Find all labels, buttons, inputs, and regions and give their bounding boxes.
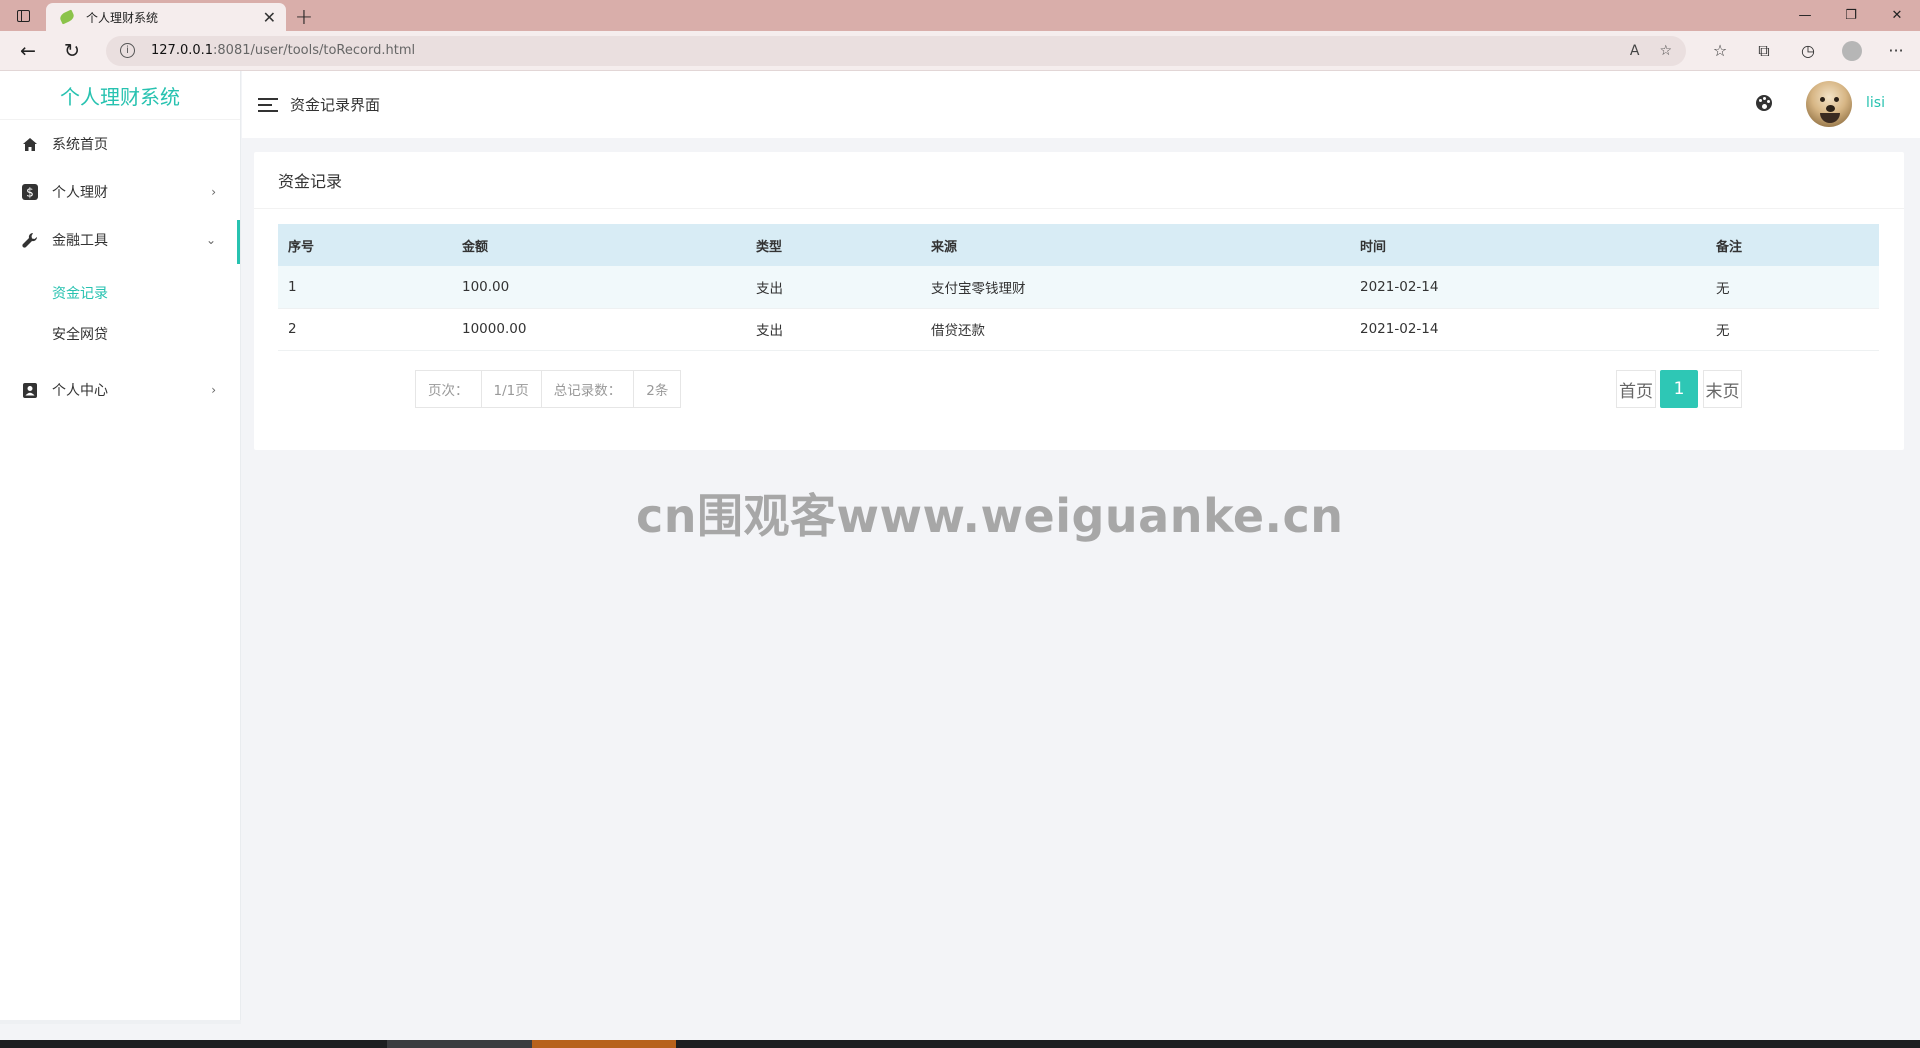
os-taskbar xyxy=(0,1040,1920,1048)
sidebar-footer-divider xyxy=(0,1020,241,1024)
sidebar-item-label: 金融工具 xyxy=(52,233,108,249)
table-cell: 借贷还款 xyxy=(921,308,1350,351)
column-header: 序号 xyxy=(278,224,452,266)
sidebar-item-label: 个人中心 xyxy=(52,383,108,399)
tab-close-icon[interactable]: ✕ xyxy=(263,8,276,27)
taskbar-app[interactable] xyxy=(387,1040,532,1048)
reload-button[interactable]: ↻ xyxy=(50,31,94,71)
browser-tab[interactable]: 个人理财系统 ✕ xyxy=(46,3,286,31)
total-records-value: 2条 xyxy=(646,383,669,399)
sidebar-item-personal-center[interactable]: 个人中心 › xyxy=(0,366,240,414)
url-path: :8081/user/tools/toRecord.html xyxy=(213,43,416,58)
wrench-icon xyxy=(22,232,38,248)
tab-title: 个人理财系统 xyxy=(86,10,159,25)
records-table: 序号 金额 类型 来源 时间 备注 1 100.00 支出 支付宝零钱理财 20… xyxy=(278,224,1879,351)
chevron-right-icon: › xyxy=(211,383,216,397)
more-menu-icon[interactable]: ··· xyxy=(1874,31,1918,71)
table-cell: 10000.00 xyxy=(452,308,746,351)
sidebar-item-financial-tools[interactable]: 金融工具 ⌄ xyxy=(0,216,240,264)
table-cell: 支出 xyxy=(746,308,921,351)
table-cell: 1 xyxy=(278,266,452,309)
browser-tabbar: 个人理财系统 ✕ + — ❐ ✕ xyxy=(0,0,1920,31)
url-host: 127.0.0.1 xyxy=(151,43,214,58)
window-close-button[interactable]: ✕ xyxy=(1874,0,1920,31)
sidebar: 个人理财系统 系统首页 $ 个人理财 › 金融工具 ⌄ 资金记录 安全网贷 个人… xyxy=(0,71,241,1024)
collections-icon[interactable]: ⧉ xyxy=(1742,31,1786,71)
submenu-item-secure-loan[interactable]: 安全网贷 xyxy=(0,313,240,354)
minimize-button[interactable]: — xyxy=(1782,0,1828,31)
page-title: 资金记录界面 xyxy=(290,96,381,114)
table-row: 1 100.00 支出 支付宝零钱理财 2021-02-14 无 xyxy=(278,266,1879,309)
favorites-icon[interactable]: ☆ xyxy=(1698,31,1742,71)
user-avatar[interactable] xyxy=(1806,81,1852,127)
records-card: 资金记录 序号 金额 类型 来源 时间 备注 1 100.00 支出 支付宝零钱… xyxy=(254,152,1904,450)
address-bar[interactable]: i 127.0.0.1:8081/user/tools/toRecord.htm… xyxy=(106,35,1686,66)
page-value: 1/1页 xyxy=(482,371,542,407)
submenu-item-fund-records[interactable]: 资金记录 xyxy=(0,272,240,313)
profile-button[interactable] xyxy=(1830,31,1874,71)
table-row: 2 10000.00 支出 借贷还款 2021-02-14 无 xyxy=(278,308,1879,351)
leaf-favicon-icon xyxy=(58,9,76,25)
back-button[interactable]: ← xyxy=(6,31,50,71)
sidebar-item-personal-finance[interactable]: $ 个人理财 › xyxy=(0,168,240,216)
current-page-button[interactable]: 1 xyxy=(1660,370,1698,408)
window-controls: — ❐ ✕ xyxy=(1782,0,1920,31)
add-favorite-icon[interactable]: ☆ xyxy=(1659,43,1672,59)
first-page-button[interactable]: 首页 xyxy=(1616,370,1656,408)
new-tab-button[interactable]: + xyxy=(286,3,322,31)
chevron-down-icon: ⌄ xyxy=(205,233,216,247)
table-cell: 2021-02-14 xyxy=(1350,266,1706,309)
table-cell: 100.00 xyxy=(452,266,746,309)
menu-toggle-icon[interactable] xyxy=(258,94,278,116)
read-aloud-icon[interactable]: A xyxy=(1630,43,1640,59)
profile-avatar-icon xyxy=(1842,40,1862,61)
tab-actions-button[interactable] xyxy=(0,0,46,31)
column-header: 金额 xyxy=(452,224,746,266)
sidebar-item-home[interactable]: 系统首页 xyxy=(0,120,240,168)
reload-icon: ↻ xyxy=(64,39,80,62)
taskbar-app-active[interactable] xyxy=(532,1040,676,1048)
dollar-icon: $ xyxy=(22,184,38,200)
column-header: 来源 xyxy=(921,224,1350,266)
pagination: 首页 1 末页 xyxy=(1616,370,1742,408)
home-icon xyxy=(22,136,38,152)
card-title: 资金记录 xyxy=(254,152,1904,209)
watermark: cn围观客www.weiguanke.cn xyxy=(636,489,1344,543)
column-header: 备注 xyxy=(1706,224,1879,266)
financial-tools-submenu: 资金记录 安全网贷 xyxy=(0,264,240,366)
back-arrow-icon: ← xyxy=(20,39,36,62)
restore-button[interactable]: ❐ xyxy=(1828,0,1874,31)
table-cell: 无 xyxy=(1706,266,1879,309)
total-records-label: 总记录数： xyxy=(542,371,635,407)
sidebar-item-label: 个人理财 xyxy=(52,185,108,201)
table-header-row: 序号 金额 类型 来源 时间 备注 xyxy=(278,224,1879,266)
user-card-icon xyxy=(22,382,38,398)
table-cell: 支付宝零钱理财 xyxy=(921,266,1350,309)
browser-toolbar: ← ↻ i 127.0.0.1:8081/user/tools/toRecord… xyxy=(0,31,1920,71)
sidebar-item-label: 系统首页 xyxy=(52,137,108,153)
table-cell: 无 xyxy=(1706,308,1879,351)
table-cell: 2021-02-14 xyxy=(1350,308,1706,351)
chevron-right-icon: › xyxy=(211,185,216,199)
site-info-icon[interactable]: i xyxy=(120,43,135,58)
column-header: 类型 xyxy=(746,224,921,266)
column-header: 时间 xyxy=(1350,224,1706,266)
tab-actions-icon xyxy=(16,9,30,22)
history-icon[interactable]: ◷ xyxy=(1786,31,1830,71)
table-cell: 支出 xyxy=(746,266,921,309)
pagination-info: 页次： 1/1页 总记录数： 2条 xyxy=(415,370,682,408)
page-label: 页次： xyxy=(416,371,482,407)
svg-text:$: $ xyxy=(26,186,34,200)
username-link[interactable]: lisi xyxy=(1866,95,1885,111)
table-cell: 2 xyxy=(278,308,452,351)
theme-palette-icon[interactable] xyxy=(1756,95,1772,111)
app-brand[interactable]: 个人理财系统 xyxy=(0,71,240,120)
last-page-button[interactable]: 末页 xyxy=(1703,370,1742,408)
app-header: 资金记录界面 lisi xyxy=(242,71,1920,138)
